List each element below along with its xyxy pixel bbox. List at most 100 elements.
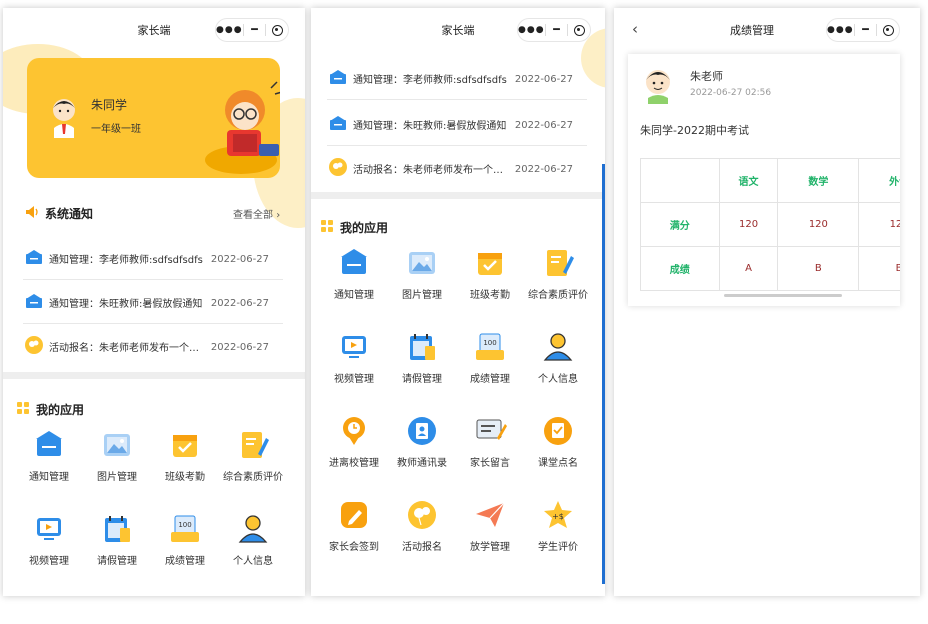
app-item[interactable]: 教师通讯录 [386,414,458,469]
contacts-icon [408,417,436,445]
minimize-icon[interactable]: ━ [244,19,266,41]
rollcall-icon [544,417,572,445]
app-label: 综合素质评价 [528,290,588,301]
apps-section-title: 我的应用 [36,403,85,417]
app-item[interactable]: 活动报名 [386,498,458,553]
app-label: 综合素质评价 [223,472,283,483]
message-icon [476,419,507,440]
app-item[interactable]: 通知管理 [318,246,390,301]
score-table: 语文 数学 外语 满分 120 120 120 成绩 A B B [640,158,900,291]
star-icon: +$ [544,501,572,528]
grid-icon [321,220,333,232]
notice-item[interactable]: 通知管理：朱旺教师:暑假放假通知 2022-06-27 [23,280,283,324]
more-icon[interactable]: ●●● [216,19,243,41]
app-item[interactable]: 100 成绩管理 [149,512,221,567]
notice-date: 2022-06-27 [514,164,573,175]
close-icon[interactable] [877,19,899,41]
app-item[interactable]: 综合素质评价 [522,246,594,301]
notice-date: 2022-06-27 [210,254,269,265]
scrollbar[interactable] [602,164,605,584]
student-name: 朱同学 [91,98,128,112]
app-label: 通知管理 [29,472,69,483]
app-label: 视频管理 [334,374,374,385]
home-screen-scrolled: 家长端 ●●● ━ 通知管理：李老师教师:sdfsdfsdfs 2022-06-… [311,8,605,596]
balloon-icon [25,336,43,354]
close-icon[interactable] [266,19,288,41]
app-item[interactable]: 家长会签到 [318,498,390,553]
table-row: 成绩 A B B [640,246,900,291]
app-item[interactable]: 班级考勤 [454,246,526,301]
app-item[interactable]: 课堂点名 [522,414,594,469]
notice-text: 通知管理：李老师教师:sdfsdfsdfs [49,255,203,266]
minimize-icon[interactable]: ━ [855,19,877,41]
app-item[interactable]: 家长留言 [454,414,526,469]
app-item[interactable]: 个人信息 [522,330,594,385]
app-item[interactable]: 请假管理 [81,512,153,567]
attendance-icon [173,435,197,457]
table-cell: 120 [858,202,900,247]
notice-text: 活动报名：朱老师老师发布一个活动 [49,343,207,354]
score-detail-screen: ‹ 成绩管理 ●●● ━ 朱老师 2022-06-27 02:56 朱同学-20… [614,8,920,596]
app-label: 放学管理 [470,542,510,553]
app-item[interactable]: 图片管理 [81,428,153,483]
minimize-icon[interactable]: ━ [546,19,568,41]
image-icon [409,252,435,274]
row-label: 成绩 [640,246,720,291]
nav-bar: 家长端 ●●● ━ [311,8,605,50]
app-item[interactable]: 通知管理 [13,428,85,483]
notice-date: 2022-06-27 [514,120,573,131]
app-label: 个人信息 [233,556,273,567]
notice-date: 2022-06-27 [210,298,269,309]
notice-item[interactable]: 活动报名：朱老师老师发布一个活动 2022-06-27 [23,324,283,368]
person-icon [543,333,573,361]
notice-item[interactable]: 通知管理：朱旺教师:暑假放假通知 2022-06-27 [327,102,587,146]
reading-kid-illustration [205,81,280,174]
app-item[interactable]: 视频管理 [13,512,85,567]
video-icon [37,518,61,540]
notice-item[interactable]: 通知管理：李老师教师:sdfsdfsdfs 2022-06-27 [23,236,283,280]
section-divider [311,192,605,199]
table-cell: B [858,246,900,291]
score-icon: 100 [476,333,504,360]
see-all-link[interactable]: 查看全部 › [233,206,280,221]
app-item[interactable]: +$ 学生评价 [522,498,594,553]
evaluation-icon [242,432,269,458]
notice-text: 通知管理：朱旺教师:暑假放假通知 [49,299,203,310]
app-item[interactable]: 请假管理 [386,330,458,385]
score-icon: 100 [171,515,199,542]
app-item[interactable]: 综合素质评价 [217,428,289,483]
close-icon[interactable] [568,19,590,41]
app-item[interactable]: 图片管理 [386,246,458,301]
student-card[interactable]: 朱同学 一年级一班 [27,58,280,178]
app-item[interactable]: 100 成绩管理 [454,330,526,385]
balloon-icon [408,501,436,529]
table-header-cell: 语文 [718,158,779,203]
notice-icon [26,250,42,264]
app-item[interactable]: 放学管理 [454,498,526,553]
horizontal-scrollbar[interactable] [724,294,842,297]
app-label: 教师通讯录 [397,458,447,469]
student-avatar-icon [53,99,75,138]
mini-program-capsule: ●●● ━ [826,18,900,42]
app-item[interactable]: 班级考勤 [149,428,221,483]
notice-item[interactable]: 活动报名：朱老师老师发布一个活动 2022-06-27 [327,146,587,190]
notice-text: 通知管理：李老师教师:sdfsdfsdfs [353,75,507,86]
more-icon[interactable]: ●●● [518,19,545,41]
home-screen: 家长端 ●●● ━ 朱同学 一年级一班 系统通知 查看全部 › 通知管理：李老师… [3,8,305,596]
nav-bar: ‹ 成绩管理 ●●● ━ [614,8,920,50]
app-item[interactable]: 个人信息 [217,512,289,567]
student-class: 一年级一班 [91,124,141,135]
apps-section-title: 我的应用 [340,221,389,235]
leave-icon [410,334,435,360]
app-label: 成绩管理 [470,374,510,385]
balloon-icon [329,158,347,176]
notice-text: 活动报名：朱老师老师发布一个活动 [353,165,511,176]
svg-text:100: 100 [178,521,191,529]
notice-item[interactable]: 通知管理：李老师教师:sdfsdfsdfs 2022-06-27 [327,56,587,100]
post-time: 2022-06-27 02:56 [690,88,772,98]
app-item[interactable]: 视频管理 [318,330,390,385]
more-icon[interactable]: ●●● [827,19,854,41]
video-icon [342,336,366,358]
table-cell: A [718,246,779,291]
app-item[interactable]: 进离校管理 [318,414,390,469]
